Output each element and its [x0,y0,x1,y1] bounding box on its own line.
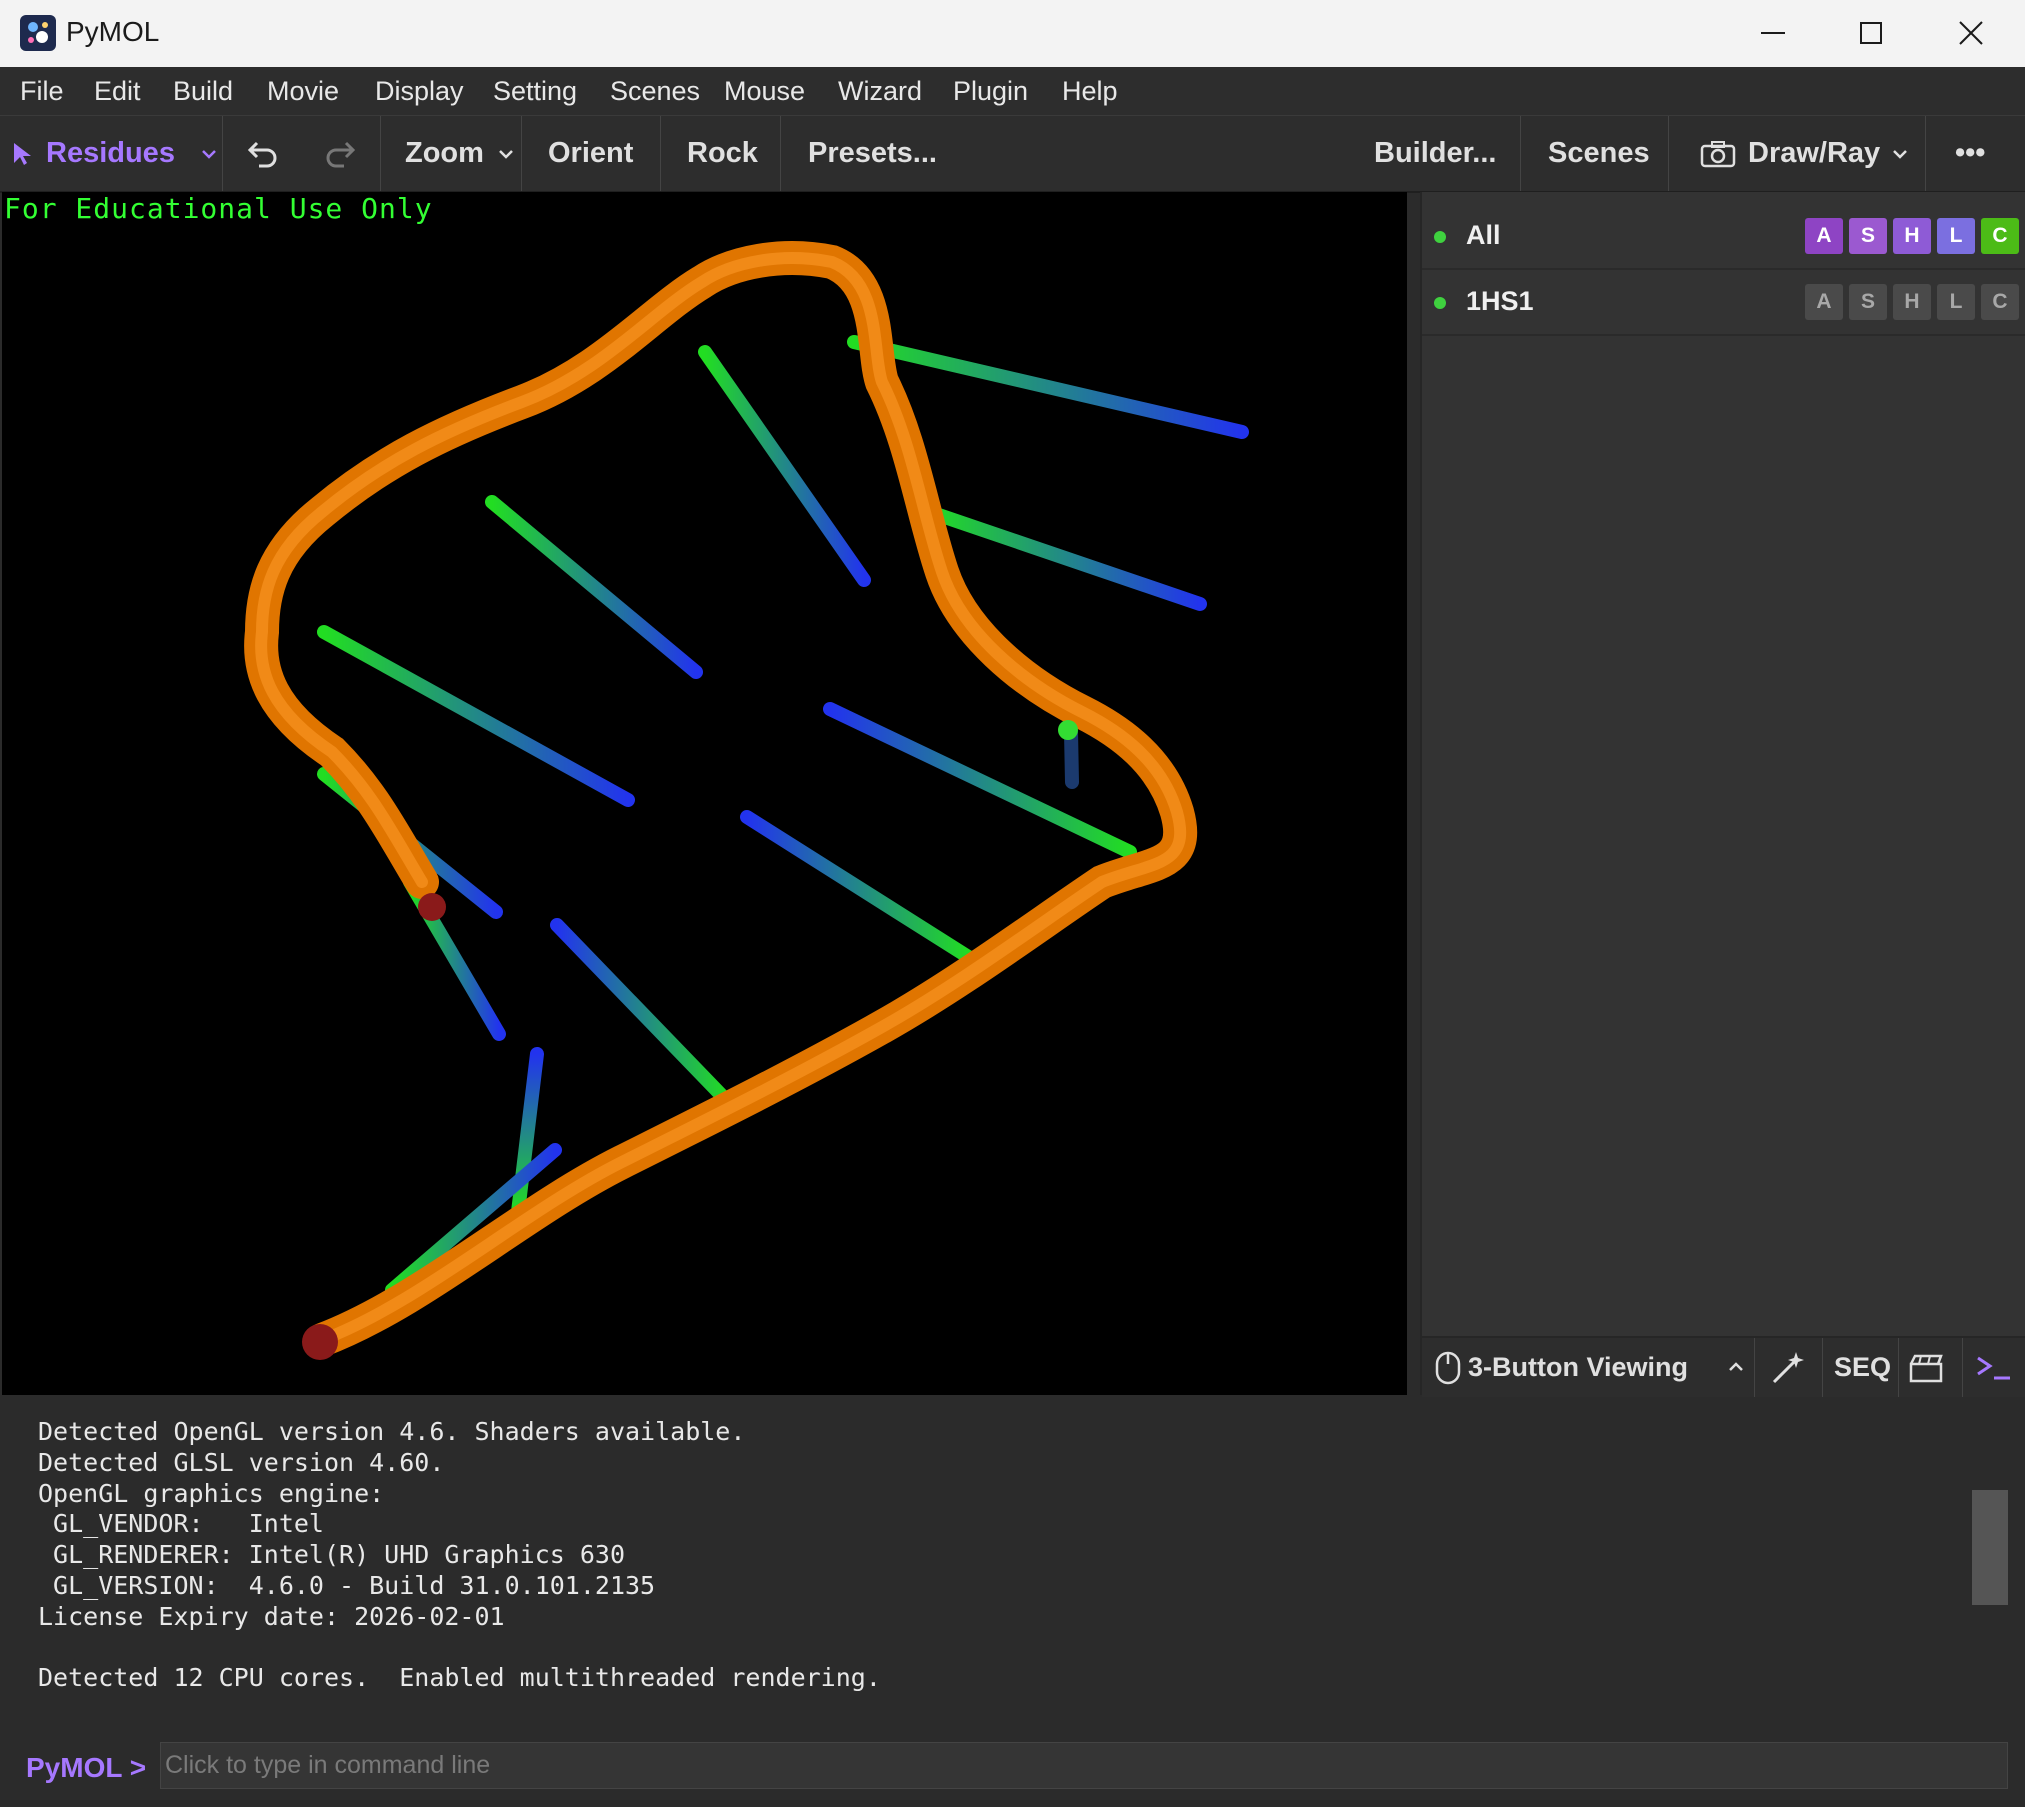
command-console-toggle[interactable] [1974,1338,2014,1397]
sequence-toggle-button[interactable]: SEQ [1834,1338,1891,1397]
orient-button[interactable]: Orient [548,116,633,191]
enabled-indicator[interactable] [1434,297,1446,309]
pymol-window: PyMOL File Edit Build Movie Display Sett… [0,0,2025,1807]
close-button[interactable] [1925,0,2017,67]
action-button[interactable]: A [1805,218,1843,254]
object-name[interactable]: 1HS1 [1466,286,1534,317]
menu-setting[interactable]: Setting [493,76,577,107]
console-line: GL_VERSION: 4.6.0 - Build 31.0.101.2135 [38,1570,656,1600]
menu-help[interactable]: Help [1062,76,1118,107]
label-button[interactable]: L [1937,218,1975,254]
cursor-icon [14,142,31,165]
selection-mode-dropdown[interactable]: Residues [12,116,217,191]
movie-button[interactable] [1908,1338,1944,1397]
command-input[interactable] [160,1742,2008,1789]
mouse-mode-dropdown[interactable]: 3-Button Viewing [1434,1338,1754,1397]
minimize-icon [1761,32,1785,34]
maximize-icon [1860,22,1882,44]
menu-plugin[interactable]: Plugin [953,76,1028,107]
magic-wand-icon [1772,1351,1804,1383]
console-line: OpenGL graphics engine: [38,1478,385,1508]
selection-mode-label: Residues [46,137,175,169]
chevron-down-icon [499,149,513,159]
hide-button[interactable]: H [1893,284,1931,320]
hide-button[interactable]: H [1893,218,1931,254]
mouse-icon [1435,1351,1461,1384]
console-line: GL_RENDERER: Intel(R) UHD Graphics 630 [38,1540,625,1570]
clapperboard-icon [1909,1354,1943,1382]
menu-edit[interactable]: Edit [94,76,141,107]
command-line-bar: PyMOL > [0,1732,2025,1807]
zoom-label: Zoom [405,137,484,169]
object-row-1hs1[interactable]: 1HS1 A S H L C [1422,270,2025,336]
chevron-down-icon [202,149,216,159]
console-log: Detected OpenGL version 4.6. Shaders ava… [38,1417,881,1694]
menu-build[interactable]: Build [173,76,233,107]
redo-icon [326,141,356,167]
console-scrollbar[interactable] [1972,1490,2008,1605]
title-bar: PyMOL [0,0,2025,67]
maximize-button[interactable] [1825,0,1917,67]
presets-button[interactable]: Presets... [808,116,937,191]
object-panel: All A S H L C 1HS1 A S H L C 3-Button Vi… [1420,192,2025,1397]
object-name[interactable]: All [1466,220,1501,251]
toolbar: Residues Zoom Orient Rock Presets... Bui… [0,116,2025,193]
minimize-button[interactable] [1727,0,1819,67]
show-button[interactable]: S [1849,284,1887,320]
wizard-button[interactable] [1770,1338,1806,1397]
molecule-viewport[interactable]: For Educational Use Only [2,192,1407,1395]
undo-icon [247,141,277,167]
rock-button[interactable]: Rock [687,116,758,191]
pymol-logo-icon [20,15,56,51]
redo-button[interactable] [322,116,356,191]
menu-movie[interactable]: Movie [267,76,339,107]
close-icon [1959,21,1983,45]
menu-wizard[interactable]: Wizard [838,76,922,107]
enabled-indicator[interactable] [1434,231,1446,243]
label-button[interactable]: L [1937,284,1975,320]
chevron-up-icon[interactable] [1728,1362,1744,1372]
console-line: Detected 12 CPU cores. Enabled multithre… [38,1663,881,1693]
command-prompt: PyMOL > [26,1752,147,1783]
console-line: License Expiry date: 2026-02-01 [38,1601,505,1631]
menu-mouse[interactable]: Mouse [724,76,805,107]
console-line: Detected GLSL version 4.60. [38,1447,445,1477]
console-line: Detected OpenGL version 4.6. Shaders ava… [38,1417,746,1446]
menu-bar: File Edit Build Movie Display Setting Sc… [0,67,2025,116]
color-button[interactable]: C [1981,218,2019,254]
show-button[interactable]: S [1849,218,1887,254]
builder-button[interactable]: Builder... [1374,116,1496,191]
color-button[interactable]: C [1981,284,2019,320]
camera-icon [1700,140,1736,167]
more-options-button[interactable]: ••• [1955,116,1985,191]
panel-bottom-bar: 3-Button Viewing SEQ [1422,1336,2025,1397]
undo-button[interactable] [247,116,281,191]
draw-ray-dropdown[interactable]: Draw/Ray [1700,116,1908,191]
zoom-dropdown[interactable]: Zoom [405,116,514,191]
terminal-icon [1977,1356,2010,1379]
object-row-all[interactable]: All A S H L C [1422,204,2025,270]
rna-cartoon-render [244,241,1249,1360]
draw-ray-label: Draw/Ray [1748,137,1881,169]
menu-scenes[interactable]: Scenes [610,76,700,107]
mouse-mode-label: 3-Button Viewing [1468,1352,1688,1382]
menu-display[interactable]: Display [375,76,464,107]
action-button[interactable]: A [1805,284,1843,320]
console-line: GL_VENDOR: Intel [38,1509,324,1539]
menu-file[interactable]: File [20,76,64,107]
window-title: PyMOL [66,16,160,47]
console-output: Detected OpenGL version 4.6. Shaders ava… [0,1397,2025,1732]
chevron-down-icon [1893,149,1908,159]
scenes-button[interactable]: Scenes [1548,116,1650,191]
